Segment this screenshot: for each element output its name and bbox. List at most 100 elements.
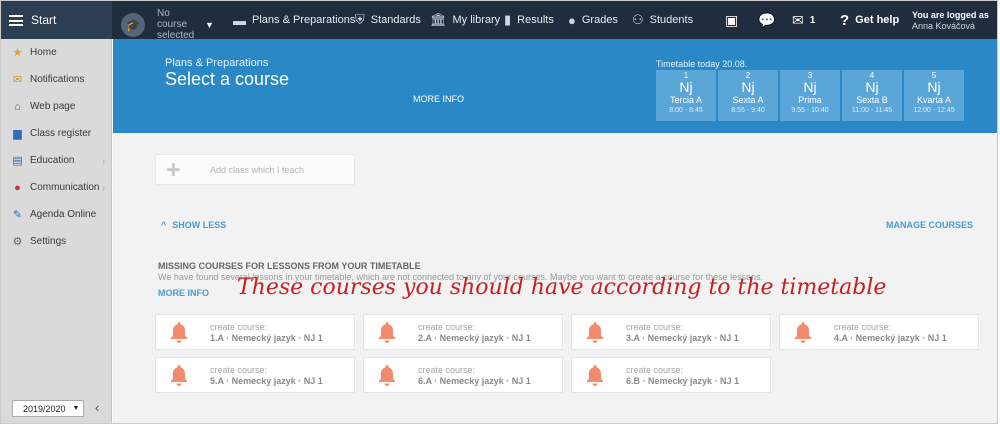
messages-button[interactable]: ✉ 1 — [792, 1, 815, 39]
slot-subject: Nj — [741, 79, 755, 95]
course-name: 6.A · Nemecký jazyk · NJ 1 — [418, 376, 531, 386]
get-help-button[interactable]: ? Get help — [840, 1, 899, 39]
course-name: 1.A · Nemecký jazyk · NJ 1 — [210, 333, 323, 343]
chevron-down-icon: ▼ — [205, 19, 214, 30]
nav-plans-label: Plans & Preparations — [252, 14, 356, 26]
envelope-icon: ✉ — [792, 11, 804, 28]
create-course-label: create course: — [834, 322, 892, 332]
pen-icon: ✎ — [12, 209, 23, 221]
create-course-label: create course: — [210, 365, 268, 375]
sidebar-item-class-register[interactable]: ▆ Class register — [1, 120, 111, 147]
timetable-slot[interactable]: 1 Nj Tercia A 8:00 - 8:45 — [656, 70, 716, 121]
star-icon: ★ — [12, 47, 23, 59]
slot-class: Sexta B — [856, 95, 888, 105]
dropdown-arrow-icon: ▼ — [72, 405, 80, 412]
mail-count: 1 — [809, 14, 816, 26]
app-window: Start 🎓 No course selected ▼ ▬ Plans & P… — [0, 0, 998, 424]
timetable-slot[interactable]: 4 Nj Sexta B 11:00 - 11:45 — [842, 70, 902, 121]
cast-icon: ▣ — [725, 11, 739, 28]
library-icon: 🏛 — [430, 12, 447, 27]
add-class-button[interactable]: + Add class which I teach — [155, 154, 355, 185]
school-year-select[interactable]: 2019/2020 ▼ — [12, 400, 84, 417]
slot-class: Prima — [798, 95, 822, 105]
timetable-slot[interactable]: 2 Nj Sexta A 8:55 - 9:40 — [718, 70, 778, 121]
chat-icon: ● — [14, 181, 21, 194]
show-less-link[interactable]: ^ SHOW LESS — [161, 220, 226, 230]
manage-courses-link[interactable]: MANAGE COURSES — [886, 220, 973, 230]
more-info-link[interactable]: MORE INFO — [158, 288, 209, 298]
sidebar-item-web-page[interactable]: ⌂ Web page — [1, 93, 111, 120]
create-course-label: create course: — [626, 322, 684, 332]
course-selector[interactable]: 🎓 No course selected ▼ — [121, 8, 214, 41]
sidebar-item-label: Education — [30, 155, 75, 166]
create-course-card[interactable]: create course: 3.A · Nemecký jazyk · NJ 1 — [571, 314, 771, 350]
create-course-card[interactable]: create course: 5.A · Nemecký jazyk · NJ 1 — [155, 357, 355, 393]
nav-library[interactable]: 🏛 My library — [430, 1, 500, 39]
more-info-link[interactable]: MORE INFO — [413, 94, 464, 104]
plans-icon: ▬ — [233, 12, 246, 28]
education-icon: ▤ — [12, 155, 23, 167]
sidebar-item-label: Notifications — [30, 74, 85, 85]
sidebar-item-settings[interactable]: ⚙ Settings — [1, 228, 111, 255]
create-course-label: create course: — [418, 322, 476, 332]
sidebar-item-education[interactable]: ▤ Education › — [1, 147, 111, 174]
timetable-slot[interactable]: 3 Nj Prima 9:55 - 10:40 — [780, 70, 840, 121]
slot-subject: Nj — [865, 79, 879, 95]
house-icon: ⌂ — [14, 100, 21, 113]
question-icon: ? — [840, 11, 850, 29]
create-course-card[interactable]: create course: 1.A · Nemecký jazyk · NJ 1 — [155, 314, 355, 350]
nav-results[interactable]: ▮ Results — [504, 1, 554, 39]
create-course-card[interactable]: create course: 4.A · Nemecký jazyk · NJ 1 — [779, 314, 979, 350]
nav-grades[interactable]: ● Grades — [568, 1, 618, 39]
chevron-left-icon: ‹ — [95, 400, 100, 415]
course-name: 4.A · Nemecký jazyk · NJ 1 — [834, 333, 947, 343]
page-title: Select a course — [165, 69, 290, 89]
bar-chart-icon: ▮ — [504, 12, 512, 27]
missing-courses-heading: MISSING COURSES FOR LESSONS FROM YOUR TI… — [158, 261, 421, 271]
create-course-card[interactable]: create course: 6.A · Nemecký jazyk · NJ 1 — [363, 357, 563, 393]
create-course-card[interactable]: create course: 2.A · Nemecký jazyk · NJ 1 — [363, 314, 563, 350]
course-name: 6.B · Nemecký jazyk · NJ 1 — [626, 376, 740, 386]
nav-grades-label: Grades — [581, 14, 618, 26]
plus-icon: + — [166, 155, 181, 184]
sidebar-item-label: Communication — [30, 182, 100, 193]
chevron-right-icon: › — [102, 182, 105, 193]
slot-class: Tercia A — [669, 95, 702, 105]
hamburger-icon — [9, 14, 23, 26]
create-course-label: create course: — [418, 365, 476, 375]
start-menu-button[interactable]: Start — [1, 1, 112, 39]
show-less-label: SHOW LESS — [172, 220, 227, 230]
sidebar-item-label: Web page — [30, 101, 76, 112]
bell-icon — [171, 322, 187, 343]
start-label: Start — [31, 13, 57, 27]
user-menu[interactable]: You are logged as Anna Kováčová — [912, 10, 989, 32]
nav-standards[interactable]: ⛨ Standards — [355, 1, 421, 39]
school-year-value: 2019/2020 — [23, 403, 66, 414]
chat-bubbles-icon: 💬 — [758, 11, 776, 28]
add-class-label: Add class which I teach — [210, 164, 305, 175]
nav-standards-label: Standards — [370, 14, 421, 26]
slot-class: Sexta A — [732, 95, 764, 105]
timetable-slot[interactable]: 5 Nj Kvarta A 12:00 - 12:45 — [904, 70, 964, 121]
screen-share-button[interactable]: ▣ — [725, 1, 738, 39]
gear-icon: ⚙ — [12, 236, 23, 248]
shield-icon: ⛨ — [355, 12, 365, 27]
nav-students[interactable]: ⚇ Students — [632, 1, 693, 39]
students-icon: ⚇ — [632, 12, 644, 27]
collapse-sidebar-button[interactable]: ‹ — [95, 400, 99, 415]
slot-time: 12:00 - 12:45 — [913, 107, 955, 114]
chat-button[interactable]: 💬 — [758, 1, 775, 39]
sidebar-item-label: Home — [30, 47, 57, 58]
course-name: 5.A · Nemecký jazyk · NJ 1 — [210, 376, 323, 386]
nav-plans[interactable]: ▬ Plans & Preparations — [233, 1, 355, 39]
create-course-card[interactable]: create course: 6.B · Nemecký jazyk · NJ 1 — [571, 357, 771, 393]
sidebar-item-notifications[interactable]: ✉ Notifications — [1, 66, 111, 93]
sidebar-item-label: Class register — [30, 128, 92, 139]
slot-time: 11:00 - 11:45 — [851, 107, 893, 114]
nav-students-label: Students — [649, 14, 694, 26]
timetable-slots: 1 Nj Tercia A 8:00 - 8:45 2 Nj Sexta A 8… — [656, 70, 964, 121]
sidebar-item-communication[interactable]: ● Communication › — [1, 174, 111, 201]
sidebar-item-agenda-online[interactable]: ✎ Agenda Online — [1, 201, 111, 228]
chevron-up-icon: ^ — [161, 220, 167, 230]
sidebar-item-home[interactable]: ★ Home — [1, 39, 111, 66]
